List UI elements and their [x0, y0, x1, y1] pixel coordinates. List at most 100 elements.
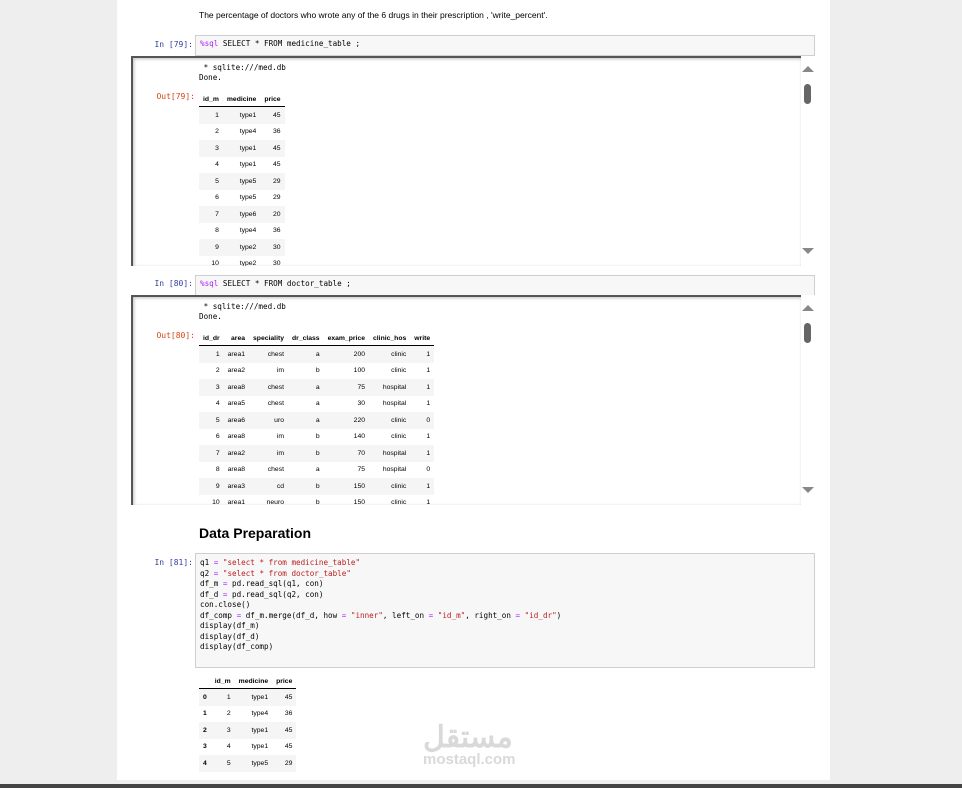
code-cell-81[interactable]: q1 = "select * from medicine_table" q2 = …	[195, 553, 815, 668]
table-row: 2 area2 im b 100 clinic 1	[199, 363, 434, 380]
stream-output: * sqlite:///med.db Done.	[199, 302, 286, 321]
table-cell: 2	[226, 710, 231, 718]
scroll-thumb[interactable]	[804, 84, 811, 104]
column-header: clinic_hos	[369, 331, 411, 346]
table-cell: clinic	[391, 499, 407, 505]
table-cell: 10	[211, 260, 219, 266]
table-cell: 0	[426, 466, 431, 474]
table-row: 2 3 type1 45	[199, 722, 297, 739]
code-line: q2 = "select * from doctor_table"	[200, 568, 351, 578]
table-cell: 8	[215, 227, 219, 235]
table-cell: 1	[426, 400, 431, 408]
table-cell: type1	[234, 688, 273, 706]
dataframe-doctor: id_dr area speciality dr_class exam_price cli…	[199, 331, 435, 505]
column-header: price	[260, 92, 285, 107]
output-area-79[interactable]: * sqlite:///med.db Done. Out[79]: id_m me…	[131, 56, 815, 266]
table-row: 4 5 type5 29	[199, 755, 297, 772]
stream-output: * sqlite:///med.db Done.	[199, 63, 286, 82]
table-cell: 5	[199, 412, 224, 429]
sql-query: SELECT * FROM medicine_table ;	[218, 39, 361, 48]
table-cell: 150	[353, 499, 366, 505]
table-cell: 1	[410, 379, 435, 396]
table-cell: 8	[215, 466, 220, 474]
input-prompt-80: In [80]:	[154, 279, 193, 288]
scroll-thumb[interactable]	[804, 323, 811, 343]
table-cell: 1	[210, 688, 235, 706]
table-row: 5 area6 uro a 220 clinic 0	[199, 412, 435, 429]
output-scrollbar[interactable]	[801, 295, 815, 505]
table-cell: type5	[234, 755, 273, 772]
column-header: area	[223, 331, 250, 346]
output-area-80[interactable]: * sqlite:///med.db Done. Out[80]: id_dr a…	[131, 295, 815, 505]
table-cell: 36	[284, 710, 293, 718]
code-cell-80[interactable]: %sql SELECT * FROM doctor_table ;	[195, 275, 815, 296]
column-header: dr_class	[288, 331, 324, 346]
row-index: 0	[199, 688, 211, 706]
table-cell: area6	[223, 412, 250, 429]
table-cell: im	[249, 445, 288, 462]
table-cell: chest	[267, 466, 284, 474]
table-row: 1 area1 chest a 200 clinic 1	[199, 345, 435, 363]
code-line: display(df_d)	[200, 631, 260, 641]
table-cell: 30	[260, 239, 285, 256]
watermark-latin: mostaql.com	[423, 751, 516, 768]
scroll-down-icon[interactable]	[802, 487, 814, 493]
table-cell: 36	[273, 227, 281, 235]
watermark: مستقل mostaql.com	[423, 720, 516, 768]
table-cell: 0	[410, 412, 435, 429]
table-cell: 7	[199, 445, 224, 462]
table-cell: b	[288, 445, 324, 462]
column-header: medicine	[234, 674, 273, 689]
code-cell-79[interactable]: %sql SELECT * FROM medicine_table ;	[195, 35, 815, 56]
scroll-up-icon[interactable]	[802, 305, 814, 311]
table-cell: type5	[239, 194, 257, 202]
table-cell: clinic	[369, 345, 411, 363]
table-row: 3 area8 chest a 75 hospital 1	[199, 379, 435, 396]
table-cell: 70	[323, 445, 370, 462]
table-cell: chest	[267, 400, 284, 408]
table-cell: chest	[249, 345, 288, 363]
row-index: 2	[199, 722, 211, 739]
table-cell: 30	[273, 260, 281, 266]
scroll-down-icon[interactable]	[802, 248, 814, 254]
table-cell: 1	[410, 478, 435, 495]
row-index: 1	[203, 710, 207, 718]
table-cell: area1	[227, 499, 246, 505]
table-cell: clinic	[369, 478, 411, 495]
scroll-up-icon[interactable]	[802, 66, 814, 72]
table-cell: 3	[210, 722, 235, 739]
output-prompt-79: Out[79]:	[156, 92, 195, 101]
table-row: 3 type1 45	[199, 140, 285, 157]
code-line: display(df_comp)	[200, 642, 274, 651]
table-cell: 1	[426, 367, 431, 375]
code-line: df_d = pd.read_sql(q2, con)	[200, 589, 324, 599]
table-cell: a	[288, 379, 324, 396]
table-row: 10 area1 neuro b 150 clinic 1	[199, 495, 434, 505]
table-cell: area8	[223, 379, 250, 396]
table-row: 6 type5 29	[199, 190, 285, 207]
row-index: 4	[199, 755, 211, 772]
table-cell: 7	[199, 206, 223, 223]
sql-magic: %sql	[200, 39, 219, 48]
table-cell: 45	[272, 722, 297, 739]
table-cell: type1	[222, 140, 261, 157]
table-cell: cd	[249, 478, 288, 495]
table-row: 3 4 type1 45	[199, 739, 296, 756]
table-row: 9 area3 cd b 150 clinic 1	[199, 478, 435, 495]
output-prompt-80: Out[80]:	[156, 331, 195, 340]
table-cell: 140	[353, 433, 366, 441]
table-cell: hospital	[382, 466, 407, 474]
table-cell: 9	[199, 239, 223, 256]
table-cell: a	[288, 345, 324, 363]
table-cell: im	[276, 433, 284, 441]
row-index: 3	[203, 743, 207, 751]
markdown-text: The percentage of doctors who wrote any …	[199, 10, 548, 20]
table-cell: 1	[426, 433, 431, 441]
output-scrollbar[interactable]	[801, 56, 815, 266]
table-cell: type4	[239, 128, 257, 136]
table-cell: 1	[199, 345, 224, 363]
table-cell: b	[315, 367, 320, 375]
table-row: 8 type4 36	[199, 223, 285, 240]
code-line: q1 = "select * from medicine_table"	[200, 558, 361, 567]
table-cell: area8	[227, 433, 246, 441]
